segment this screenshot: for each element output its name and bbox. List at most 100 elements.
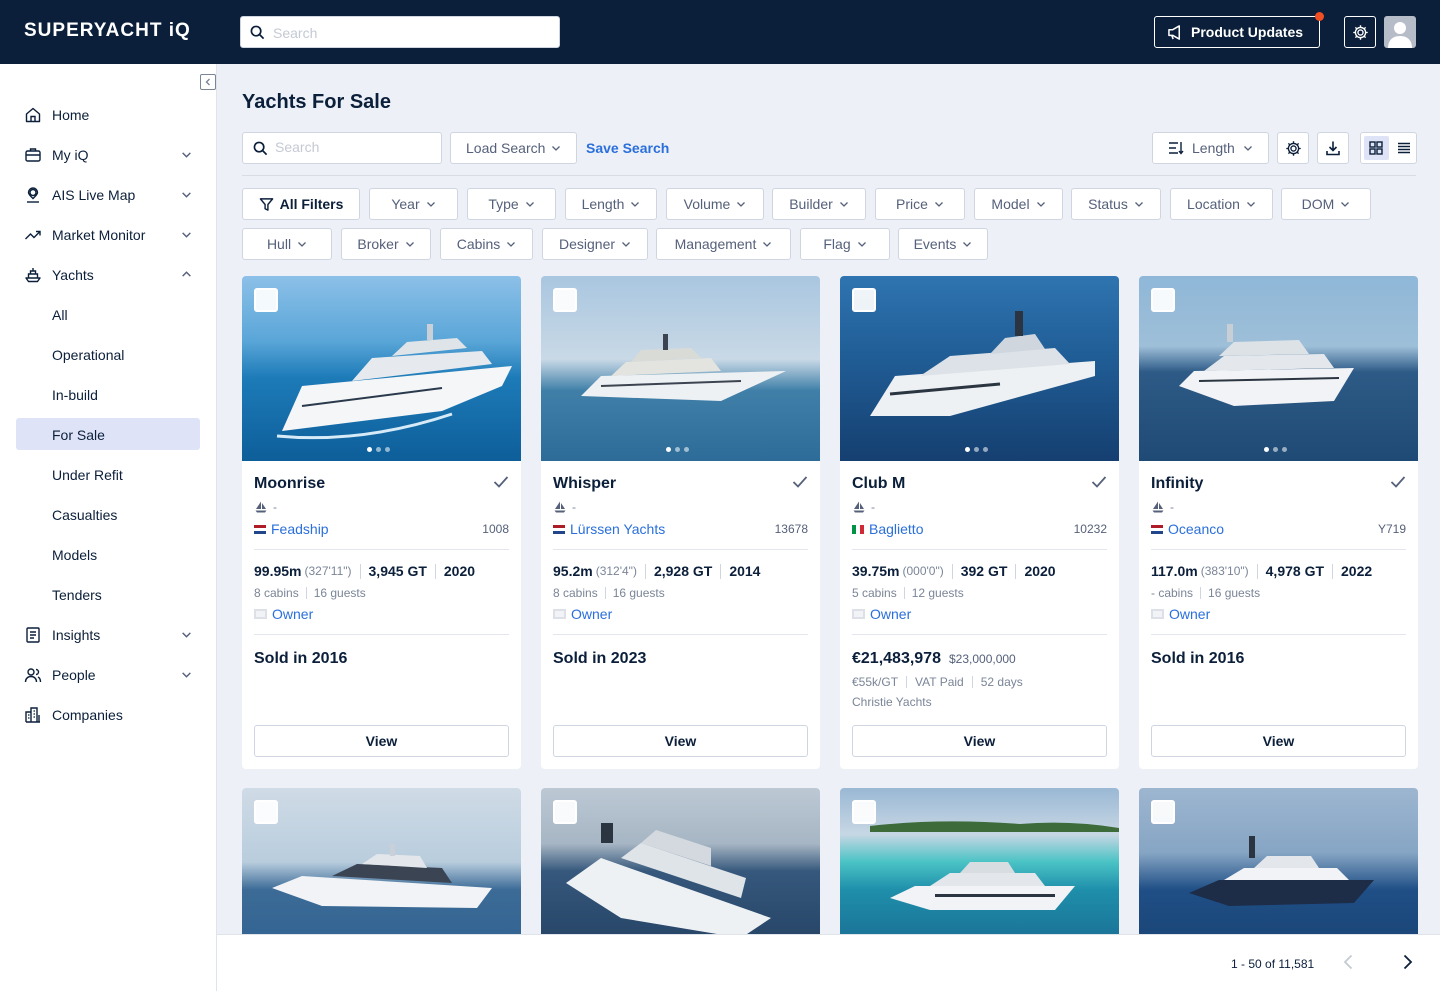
select-checkbox[interactable] [1151, 800, 1175, 824]
builder-link[interactable]: Lürssen Yachts [553, 521, 665, 537]
sidebar-item-insights[interactable]: Insights [16, 618, 200, 650]
broker-name: Christie Yachts [852, 695, 932, 709]
length-value: 117.0m [1151, 563, 1198, 579]
sidebar-item-my-iq[interactable]: My iQ [16, 138, 200, 170]
global-search[interactable] [240, 16, 560, 48]
sidebar-item-market-monitor[interactable]: Market Monitor [16, 218, 200, 250]
sidebar-item-yachts[interactable]: Yachts [16, 258, 200, 290]
sidebar-item-label: Home [52, 107, 90, 123]
sort-dropdown[interactable]: Length [1152, 132, 1269, 164]
results-search-input[interactable] [275, 139, 435, 155]
list-view-button[interactable] [1392, 133, 1417, 163]
card-divider [254, 634, 509, 635]
settings-button[interactable] [1344, 16, 1376, 48]
sidebar-subitem-models[interactable]: Models [16, 538, 200, 570]
filter-model[interactable]: Model [974, 188, 1063, 220]
user-avatar[interactable] [1384, 16, 1416, 48]
asking-price: €21,483,978 $23,000,000 [852, 650, 1016, 668]
sidebar-item-companies[interactable]: Companies [16, 698, 200, 730]
yacht-name[interactable]: Infinity [1151, 475, 1203, 493]
load-search-label: Load Search [466, 140, 546, 156]
owner-link[interactable]: Owner [254, 606, 313, 622]
filter-builder[interactable]: Builder [772, 188, 866, 220]
filter-broker[interactable]: Broker [341, 228, 431, 260]
builder-link[interactable]: Oceanco [1151, 521, 1224, 537]
owner-link[interactable]: Owner [1151, 606, 1210, 622]
prev-page-icon[interactable] [1340, 953, 1358, 971]
sidebar-subitem-tenders[interactable]: Tenders [16, 578, 200, 610]
owner-link[interactable]: Owner [852, 606, 911, 622]
view-button[interactable]: View [1151, 725, 1406, 757]
filter-type[interactable]: Type [467, 188, 556, 220]
sidebar-item-people[interactable]: People [16, 658, 200, 690]
sidebar-subitem-casualties[interactable]: Casualties [16, 498, 200, 530]
sidebar-subitem-in-build[interactable]: In-build [16, 378, 200, 410]
table-settings-button[interactable] [1277, 132, 1309, 164]
filter-flag[interactable]: Flag [800, 228, 890, 260]
yacht-name[interactable]: Whisper [553, 475, 616, 493]
filter-hull[interactable]: Hull [242, 228, 332, 260]
filter-dom[interactable]: DOM [1281, 188, 1371, 220]
collapse-sidebar-button[interactable] [200, 74, 216, 90]
yacht-photo[interactable] [242, 276, 521, 461]
photo-carousel-dots[interactable] [965, 447, 988, 452]
yacht-name[interactable]: Club M [852, 475, 905, 493]
chevron-down-icon [507, 242, 516, 247]
filter-volume[interactable]: Volume [666, 188, 764, 220]
results-search[interactable] [242, 132, 442, 164]
builder-link[interactable]: Feadship [254, 521, 329, 537]
photo-carousel-dots[interactable] [367, 447, 390, 452]
global-search-input[interactable] [273, 22, 553, 44]
load-search-dropdown[interactable]: Load Search [450, 132, 577, 164]
gt-value: 392 GT [960, 563, 1008, 579]
grid-view-button[interactable] [1364, 136, 1389, 160]
brand-logo[interactable]: SUPERYACHT iQ [24, 20, 191, 42]
chevron-down-icon [525, 202, 534, 207]
megaphone-icon [1168, 24, 1180, 40]
sidebar-item-home[interactable]: Home [16, 98, 200, 130]
select-checkbox[interactable] [852, 288, 876, 312]
gt-value: 3,945 GT [368, 563, 427, 579]
filter-length[interactable]: Length [565, 188, 657, 220]
search-icon [253, 141, 268, 156]
yacht-name[interactable]: Moonrise [254, 475, 325, 493]
sidebar-subitem-under-refit[interactable]: Under Refit [16, 458, 200, 490]
photo-carousel-dots[interactable] [666, 447, 689, 452]
select-checkbox[interactable] [254, 288, 278, 312]
next-page-icon[interactable] [1398, 953, 1416, 971]
yacht-photo[interactable] [1139, 276, 1418, 461]
sidebar-item-ais-live-map[interactable]: AIS Live Map [16, 178, 200, 210]
yacht-accommodation: - cabins 16 guests [1151, 586, 1260, 600]
all-filters-button[interactable]: All Filters [242, 188, 360, 220]
filter-management[interactable]: Management [656, 228, 791, 260]
flag-placeholder-icon [1151, 609, 1164, 619]
product-updates-button[interactable]: Product Updates [1154, 12, 1324, 48]
owner-link[interactable]: Owner [553, 606, 612, 622]
select-checkbox[interactable] [254, 800, 278, 824]
select-checkbox[interactable] [852, 800, 876, 824]
yacht-photo[interactable] [840, 276, 1119, 461]
photo-carousel-dots[interactable] [1264, 447, 1287, 452]
filter-price[interactable]: Price [875, 188, 965, 220]
yacht-photo[interactable] [541, 276, 820, 461]
view-button[interactable]: View [852, 725, 1107, 757]
select-checkbox[interactable] [553, 288, 577, 312]
filter-events[interactable]: Events [898, 228, 988, 260]
select-checkbox[interactable] [1151, 288, 1175, 312]
builder-link[interactable]: Baglietto [852, 521, 923, 537]
sidebar-subitem-all[interactable]: All [16, 298, 200, 330]
filter-location[interactable]: Location [1170, 188, 1273, 220]
save-search-link[interactable]: Save Search [586, 140, 669, 156]
download-button[interactable] [1317, 132, 1349, 164]
view-button[interactable]: View [553, 725, 808, 757]
view-button[interactable]: View [254, 725, 509, 757]
sidebar-subitem-operational[interactable]: Operational [16, 338, 200, 370]
filter-label: Year [391, 196, 420, 212]
sidebar-subitem-for-sale[interactable]: For Sale [16, 418, 200, 450]
chevron-down-icon [631, 202, 640, 207]
filter-status[interactable]: Status [1071, 188, 1161, 220]
filter-designer[interactable]: Designer [542, 228, 648, 260]
filter-cabins[interactable]: Cabins [440, 228, 533, 260]
filter-year[interactable]: Year [369, 188, 458, 220]
select-checkbox[interactable] [553, 800, 577, 824]
